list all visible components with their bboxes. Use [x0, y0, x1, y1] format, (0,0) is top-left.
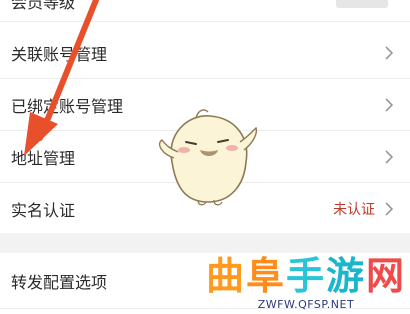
chevron-right-icon [385, 202, 394, 216]
row-label: 已绑定账号管理 [11, 96, 124, 116]
mascot-sticker [158, 109, 258, 206]
settings-row-member-level[interactable]: 会员等级 [0, 0, 410, 22]
watermark-char: 曲 [205, 253, 246, 298]
chevron-right-icon [385, 149, 394, 164]
settings-row-linked-accounts[interactable]: 关联账号管理 [0, 27, 410, 79]
row-label: 关联账号管理 [11, 44, 108, 64]
watermark-char: 阜 [245, 253, 286, 298]
chevron-right-icon [385, 45, 394, 60]
row-label: 实名认证 [11, 201, 76, 220]
row-label: 地址管理 [11, 148, 76, 168]
row-label: 会员等级 [11, 0, 76, 12]
watermark-char: 网 [366, 253, 407, 298]
watermark-url: ZWFW.QFSP.NET [257, 298, 355, 311]
site-watermark: 曲阜手游网 ZWFW.QFSP.NET [204, 254, 408, 314]
watermark-title: 曲阜手游网 [204, 254, 408, 298]
verification-status: 未认证 [333, 202, 375, 218]
section-divider [0, 233, 410, 253]
watermark-char: 游 [326, 253, 367, 298]
watermark-char: 手 [285, 253, 326, 298]
chevron-right-icon [385, 97, 394, 112]
member-level-thumbnail [336, 0, 388, 8]
row-label: 转发配置选项 [11, 272, 108, 292]
